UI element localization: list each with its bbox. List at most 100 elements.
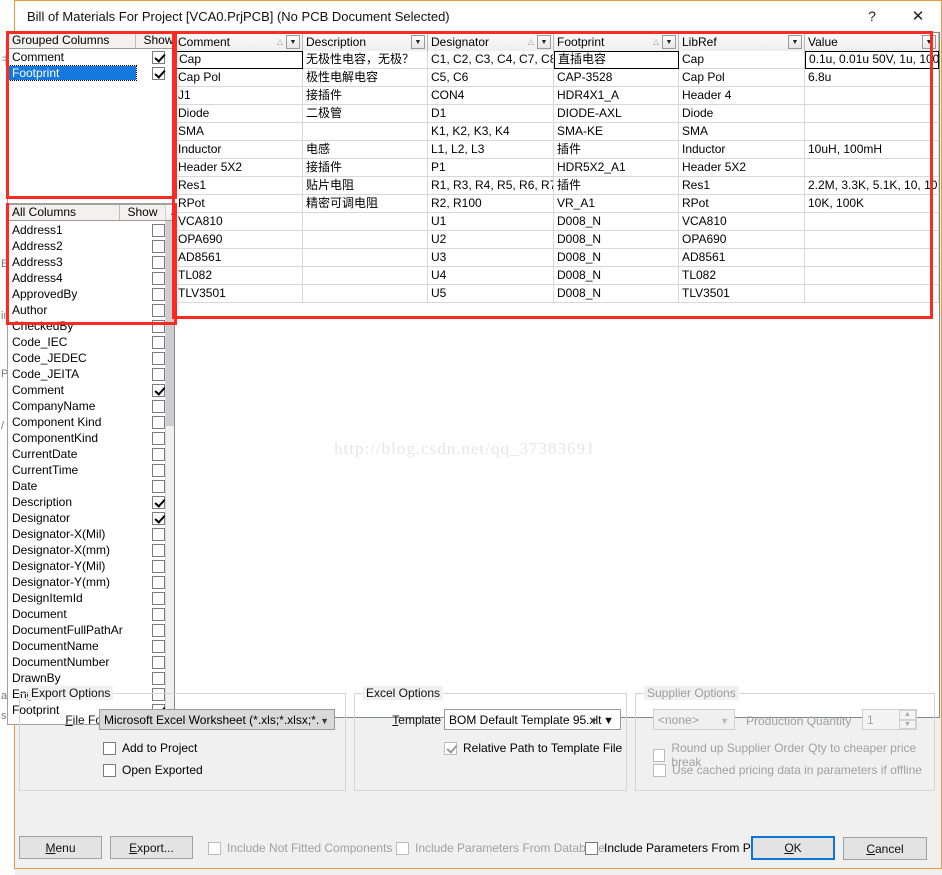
list-item[interactable]: DocumentNumber	[8, 654, 181, 670]
grid-column-header-comment[interactable]: Comment △ ▼	[175, 33, 303, 51]
stepper-up-icon[interactable]: ▲	[899, 710, 916, 720]
grid-column-header-value[interactable]: Value ▼	[805, 33, 939, 51]
table-cell[interactable]: D008_N	[554, 267, 679, 285]
table-cell[interactable]	[303, 123, 428, 141]
list-item[interactable]: DocumentFullPathAr	[8, 622, 181, 638]
table-cell[interactable]	[303, 213, 428, 231]
template-browse-icon[interactable]: ▼	[603, 710, 614, 731]
table-cell[interactable]	[805, 285, 939, 303]
bom-grid-body[interactable]: Cap无极性电容，无极？C1, C2, C3, C4, C7, C8, C直插电…	[175, 51, 939, 303]
table-row[interactable]: Cap Pol 极性电解电容 C5, C6 CAP-3528 Cap Pol 6.8u	[175, 69, 939, 87]
table-cell[interactable]: TL082	[175, 267, 303, 285]
list-item[interactable]: ApprovedBy	[8, 286, 181, 302]
table-cell[interactable]: SMA-KE	[554, 123, 679, 141]
table-cell[interactable]: 直插电容	[554, 51, 679, 69]
list-item[interactable]: Author	[8, 302, 181, 318]
table-cell[interactable]: L1, L2, L3	[428, 141, 554, 159]
table-cell[interactable]: 插件	[554, 177, 679, 195]
production-quantity-stepper[interactable]: 1 ▲ ▼	[862, 709, 917, 730]
list-item[interactable]: Comment	[8, 382, 181, 398]
table-cell[interactable]: Res1	[679, 177, 805, 195]
table-cell[interactable]: Header 5X2	[175, 159, 303, 177]
ok-button[interactable]: OK	[751, 836, 835, 860]
list-item[interactable]: CompanyName	[8, 398, 181, 414]
filter-dropdown-icon[interactable]: ▼	[788, 35, 802, 49]
relative-path-checkbox[interactable]: Relative Path to Template File	[444, 741, 622, 755]
table-cell[interactable]	[805, 267, 939, 285]
table-row[interactable]: Diode 二极管 D1 DIODE-AXL Diode	[175, 105, 939, 123]
filter-dropdown-icon[interactable]: ▼	[662, 35, 676, 49]
grid-column-header-footprint[interactable]: Footprint △ ▼	[554, 33, 679, 51]
list-item[interactable]: Address2	[8, 238, 181, 254]
list-item[interactable]: Designator-Y(mm)	[8, 574, 181, 590]
table-cell[interactable]: 电感	[303, 141, 428, 159]
grid-column-header-libref[interactable]: LibRef ▼	[679, 33, 805, 51]
table-cell[interactable]: Diode	[175, 105, 303, 123]
table-cell[interactable]: VR_A1	[554, 195, 679, 213]
table-cell[interactable]: Header 5X2	[679, 159, 805, 177]
list-item[interactable]: Designator-X(mm)	[8, 542, 181, 558]
table-cell[interactable]: SMA	[679, 123, 805, 141]
table-cell[interactable]: Cap	[679, 51, 805, 69]
table-cell[interactable]: 精密可调电阻	[303, 195, 428, 213]
cancel-button[interactable]: Cancel	[843, 837, 927, 860]
table-cell[interactable]: Inductor	[679, 141, 805, 159]
help-icon[interactable]: ?	[849, 1, 895, 31]
filter-dropdown-icon[interactable]: ▼	[537, 35, 551, 49]
table-cell[interactable]: 6.8u	[805, 69, 939, 87]
table-cell[interactable]: 二极管	[303, 105, 428, 123]
table-cell[interactable]	[805, 87, 939, 105]
table-cell[interactable]: 0.1u, 0.01u 50V, 1u, 100μ	[805, 51, 939, 69]
table-cell[interactable]: R1, R3, R4, R5, R6, R7,	[428, 177, 554, 195]
table-cell[interactable]: D1	[428, 105, 554, 123]
table-cell[interactable]: U1	[428, 213, 554, 231]
table-row[interactable]: SMA K1, K2, K3, K4 SMA-KE SMA	[175, 123, 939, 141]
list-item[interactable]: Footprint	[8, 65, 181, 81]
grouped-columns-list[interactable]: Comment Footprint	[7, 49, 182, 204]
table-cell[interactable]: 接插件	[303, 159, 428, 177]
table-cell[interactable]: CAP-3528	[554, 69, 679, 87]
table-cell[interactable]: CON4	[428, 87, 554, 105]
table-cell[interactable]: VCA810	[679, 213, 805, 231]
table-cell[interactable]: 10K, 100K	[805, 195, 939, 213]
list-item[interactable]: DesignItemId	[8, 590, 181, 606]
all-columns-list[interactable]: Address1 Address2 Address3 Address4 Approved…	[7, 221, 182, 725]
table-cell[interactable]	[805, 213, 939, 231]
table-cell[interactable]: TLV3501	[679, 285, 805, 303]
add-to-project-checkbox[interactable]: Add to Project	[103, 741, 197, 755]
table-cell[interactable]: Res1	[175, 177, 303, 195]
list-item[interactable]: CurrentDate	[8, 446, 181, 462]
list-item[interactable]: Address1	[8, 222, 181, 238]
table-cell[interactable]: C5, C6	[428, 69, 554, 87]
grid-column-header-description[interactable]: Description ▼	[303, 33, 428, 51]
table-cell[interactable]: Header 4	[679, 87, 805, 105]
table-cell[interactable]: DIODE-AXL	[554, 105, 679, 123]
table-cell[interactable]	[303, 231, 428, 249]
table-cell[interactable]: Cap Pol	[175, 69, 303, 87]
list-item[interactable]: DrawnBy	[8, 670, 181, 686]
table-cell[interactable]: Inductor	[175, 141, 303, 159]
list-item[interactable]: Designator-Y(Mil)	[8, 558, 181, 574]
table-row[interactable]: AD8561 U3 D008_N AD8561	[175, 249, 939, 267]
include-from-pcb-checkbox[interactable]: Include Parameters From PCB	[585, 841, 767, 855]
table-cell[interactable]	[805, 123, 939, 141]
table-cell[interactable]: Cap Pol	[679, 69, 805, 87]
stepper-down-icon[interactable]: ▼	[899, 719, 916, 729]
grid-column-header-designator[interactable]: Designator △ ▼	[428, 33, 554, 51]
table-cell[interactable]: D008_N	[554, 249, 679, 267]
table-cell[interactable]: TL082	[679, 267, 805, 285]
table-cell[interactable]: U3	[428, 249, 554, 267]
table-cell[interactable]	[805, 159, 939, 177]
include-from-database-checkbox[interactable]: Include Parameters From Database	[396, 841, 605, 855]
template-select[interactable]: BOM Default Template 95.xlt ▼ ▼	[444, 709, 621, 730]
table-cell[interactable]: J1	[175, 87, 303, 105]
list-item[interactable]: Document	[8, 606, 181, 622]
list-item[interactable]: Designator	[8, 510, 181, 526]
table-cell[interactable]	[805, 105, 939, 123]
filter-dropdown-icon[interactable]: ▼	[922, 35, 936, 49]
menu-button[interactable]: Menu	[19, 836, 102, 859]
table-row[interactable]: TLV3501 U5 D008_N TLV3501	[175, 285, 939, 303]
table-cell[interactable]: P1	[428, 159, 554, 177]
table-cell[interactable]: 插件	[554, 141, 679, 159]
filter-dropdown-icon[interactable]: ▼	[286, 35, 300, 49]
